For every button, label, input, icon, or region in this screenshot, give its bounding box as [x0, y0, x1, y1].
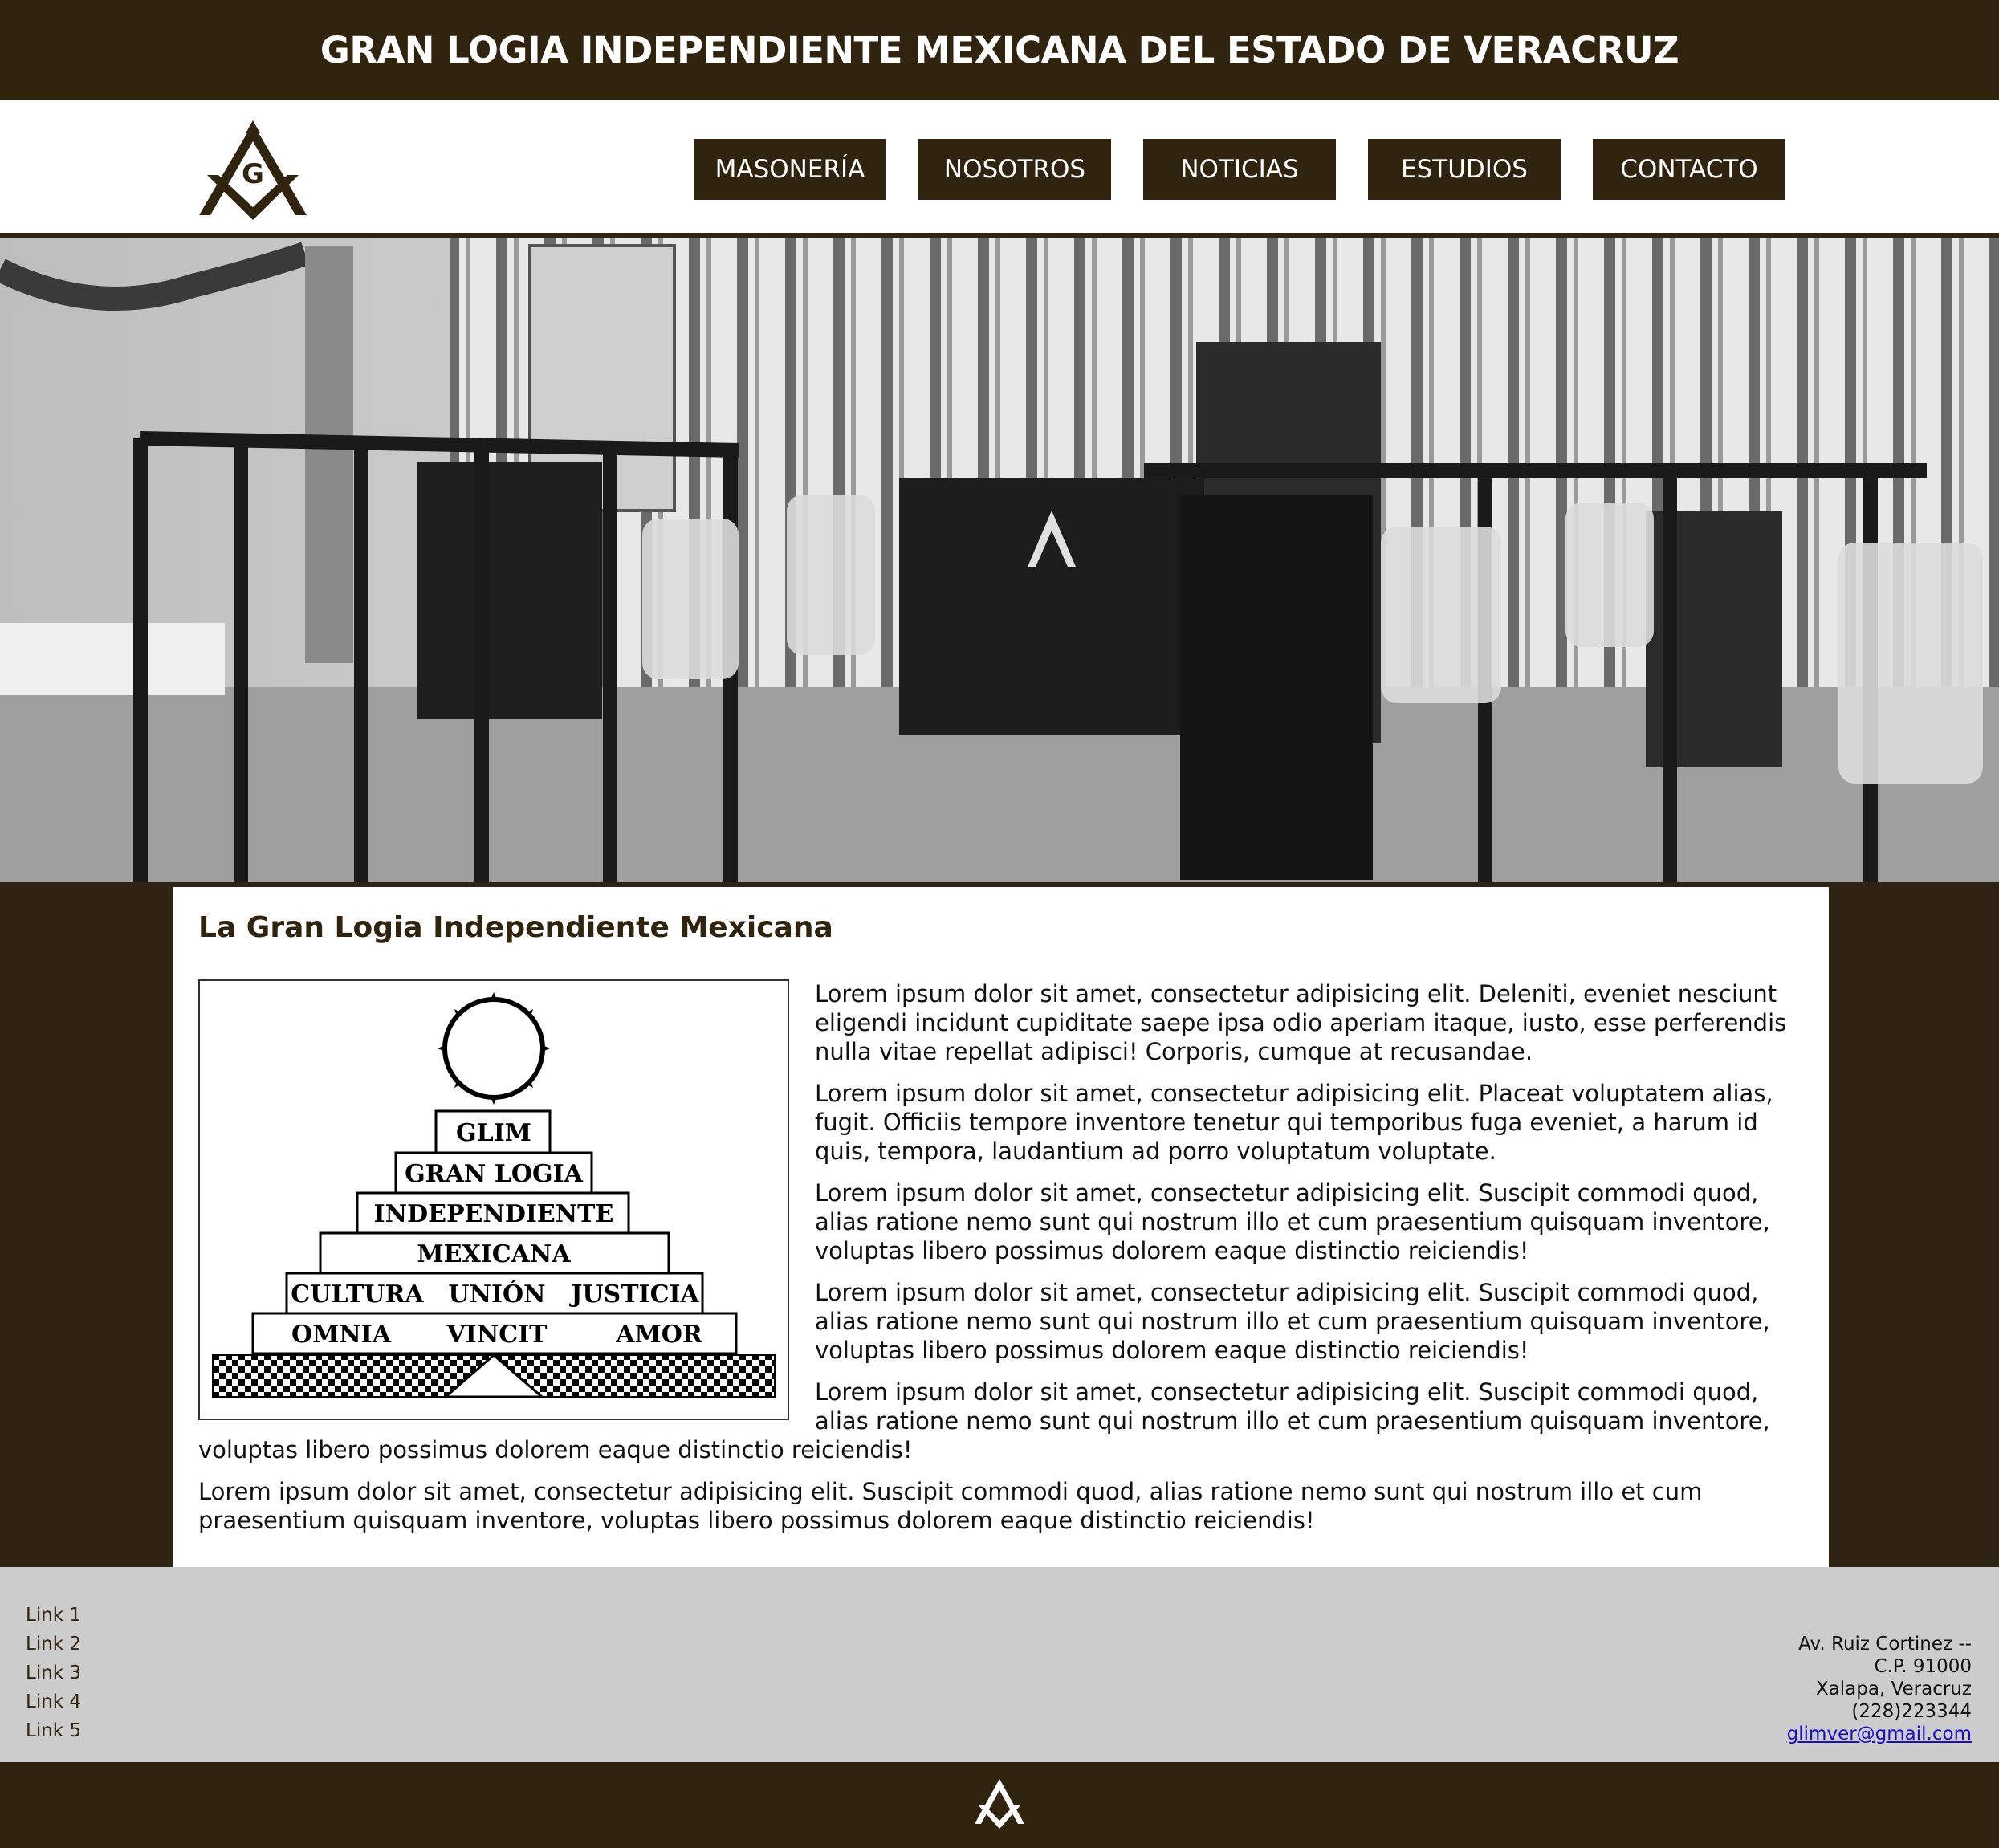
- email-link[interactable]: glimver@gmail.com: [1787, 1724, 1972, 1744]
- main-nav: MASONERÍA NOSOTROS NOTICIAS ESTUDIOS CON…: [694, 139, 1785, 200]
- address-phone: (228)223344: [1851, 1701, 1972, 1722]
- pyramid-amor: AMOR: [615, 1321, 703, 1349]
- footer-links: Link 1 Link 2 Link 3 Link 4 Link 5: [26, 1601, 81, 1745]
- glim-pyramid-image: GLIM GRAN LOGIA INDEPENDIENTE MEXICANA C…: [198, 979, 789, 1420]
- footer-link-2[interactable]: Link 2: [26, 1634, 81, 1655]
- header: G MASONERÍA NOSOTROS NOTICIAS ESTUDIOS C…: [0, 100, 1999, 238]
- sun-icon: [438, 992, 550, 1105]
- pyramid-justicia: JUSTICIA: [568, 1280, 699, 1309]
- footer-link-3[interactable]: Link 3: [26, 1663, 81, 1683]
- square-and-compass-logo-icon[interactable]: G: [193, 117, 313, 222]
- footer-link-4[interactable]: Link 4: [26, 1691, 81, 1712]
- address-street: Av. Ruiz Cortinez --: [1798, 1634, 1972, 1655]
- square-and-compass-icon: [975, 1779, 1024, 1829]
- address-postal-code: C.P. 91000: [1874, 1656, 1972, 1677]
- footer-link-5[interactable]: Link 5: [26, 1720, 81, 1741]
- pyramid-row-glim: GLIM: [456, 1119, 531, 1147]
- footer-link-1[interactable]: Link 1: [26, 1605, 81, 1626]
- pyramid-omnia: OMNIA: [291, 1321, 392, 1349]
- paragraph-6: Lorem ipsum dolor sit amet, consectetur …: [198, 1478, 1703, 1534]
- top-title-bar: GRAN LOGIA INDEPENDIENTE MEXICANA DEL ES…: [0, 0, 1999, 100]
- lodge-room-photo: [0, 238, 1999, 882]
- pyramid-row-gran-logia: GRAN LOGIA: [405, 1160, 584, 1188]
- nav-noticias[interactable]: NOTICIAS: [1143, 139, 1336, 200]
- content-card: La Gran Logia Independiente Mexicana GLI…: [173, 887, 1829, 1567]
- pyramid-row-independiente: INDEPENDIENTE: [374, 1200, 614, 1228]
- section-title: La Gran Logia Independiente Mexicana: [198, 911, 833, 944]
- contact-address: Av. Ruiz Cortinez -- C.P. 91000 Xalapa, …: [1787, 1633, 1972, 1745]
- footer: Link 1 Link 2 Link 3 Link 4 Link 5 Av. R…: [0, 1567, 1999, 1762]
- nav-contacto[interactable]: CONTACTO: [1593, 139, 1785, 200]
- site-title: GRAN LOGIA INDEPENDIENTE MEXICANA DEL ES…: [320, 28, 1679, 71]
- pyramid-vincit: VINCIT: [446, 1321, 548, 1349]
- nav-nosotros[interactable]: NOSOTROS: [918, 139, 1111, 200]
- logo-letter: G: [242, 158, 264, 190]
- pyramid-union: UNIÓN: [448, 1280, 545, 1309]
- pyramid-cultura: CULTURA: [291, 1280, 424, 1309]
- pyramid-row-mexicana: MEXICANA: [417, 1240, 571, 1268]
- nav-estudios[interactable]: ESTUDIOS: [1368, 139, 1561, 200]
- main-wrapper: La Gran Logia Independiente Mexicana GLI…: [0, 882, 1999, 1567]
- bottom-bar: [0, 1762, 1999, 1846]
- nav-masoneria[interactable]: MASONERÍA: [694, 139, 886, 200]
- address-city: Xalapa, Veracruz: [1815, 1679, 1972, 1699]
- hero-image: [0, 238, 1999, 882]
